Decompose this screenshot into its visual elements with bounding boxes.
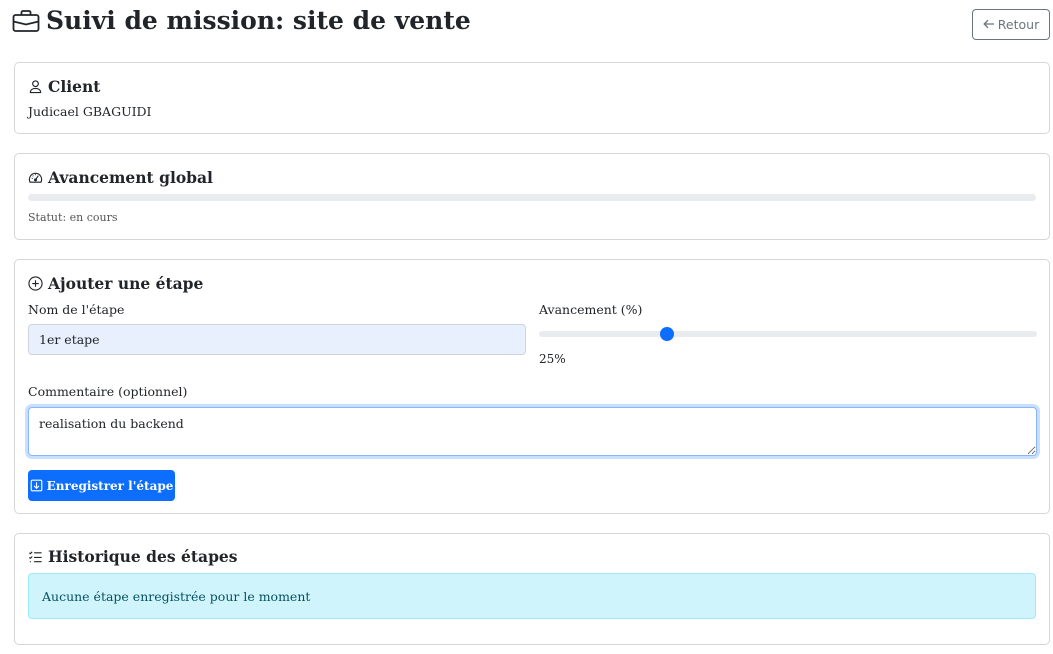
save-step-button[interactable]: Enregistrer l'étape <box>28 470 175 501</box>
add-step-title-text: Ajouter une étape <box>48 274 204 293</box>
page-title: Suivi de mission: site de vente <box>12 6 471 35</box>
client-card: Client Judicael GBAGUIDI <box>14 62 1050 134</box>
history-title-text: Historique des étapes <box>48 547 238 566</box>
history-card: Historique des étapes Aucune étape enreg… <box>14 533 1050 645</box>
client-name: Judicael GBAGUIDI <box>28 104 152 119</box>
plus-circle-icon <box>28 276 43 291</box>
page-title-text: Suivi de mission: site de vente <box>46 6 471 35</box>
client-title-text: Client <box>48 77 101 96</box>
comment-textarea[interactable]: realisation du backend <box>28 407 1037 456</box>
back-button-label: Retour <box>997 17 1040 32</box>
global-progress-title-text: Avancement global <box>48 168 213 187</box>
global-progress-title: Avancement global <box>28 168 213 187</box>
step-progress-value: 25% <box>539 352 566 366</box>
empty-history-alert: Aucune étape enregistrée pour le moment <box>28 573 1036 619</box>
global-progress-bar <box>28 194 1036 201</box>
arrow-left-icon <box>983 17 995 32</box>
client-card-title: Client <box>28 77 100 96</box>
add-step-card: Ajouter une étape Nom de l'étape Avancem… <box>14 259 1050 514</box>
comment-label: Commentaire (optionnel) <box>28 384 188 399</box>
download-icon <box>30 479 43 492</box>
status-text: Statut: en cours <box>28 211 118 224</box>
empty-history-text: Aucune étape enregistrée pour le moment <box>42 588 311 604</box>
save-step-label: Enregistrer l'étape <box>46 478 174 493</box>
briefcase-icon <box>12 9 40 33</box>
add-step-title: Ajouter une étape <box>28 274 203 293</box>
back-button[interactable]: Retour <box>972 9 1050 40</box>
slider-track[interactable] <box>539 331 1037 337</box>
person-icon <box>28 79 43 94</box>
slider-thumb[interactable] <box>660 327 674 341</box>
step-name-input[interactable] <box>28 324 526 355</box>
step-name-label: Nom de l'étape <box>28 302 125 317</box>
history-title: Historique des étapes <box>28 547 238 566</box>
list-check-icon <box>28 549 43 564</box>
step-progress-slider[interactable] <box>539 324 1037 344</box>
step-progress-label: Avancement (%) <box>539 302 643 317</box>
global-progress-card: Avancement global Statut: en cours <box>14 153 1050 240</box>
page-header: Suivi de mission: site de vente Retour <box>12 6 1050 42</box>
speedometer-icon <box>28 170 43 185</box>
